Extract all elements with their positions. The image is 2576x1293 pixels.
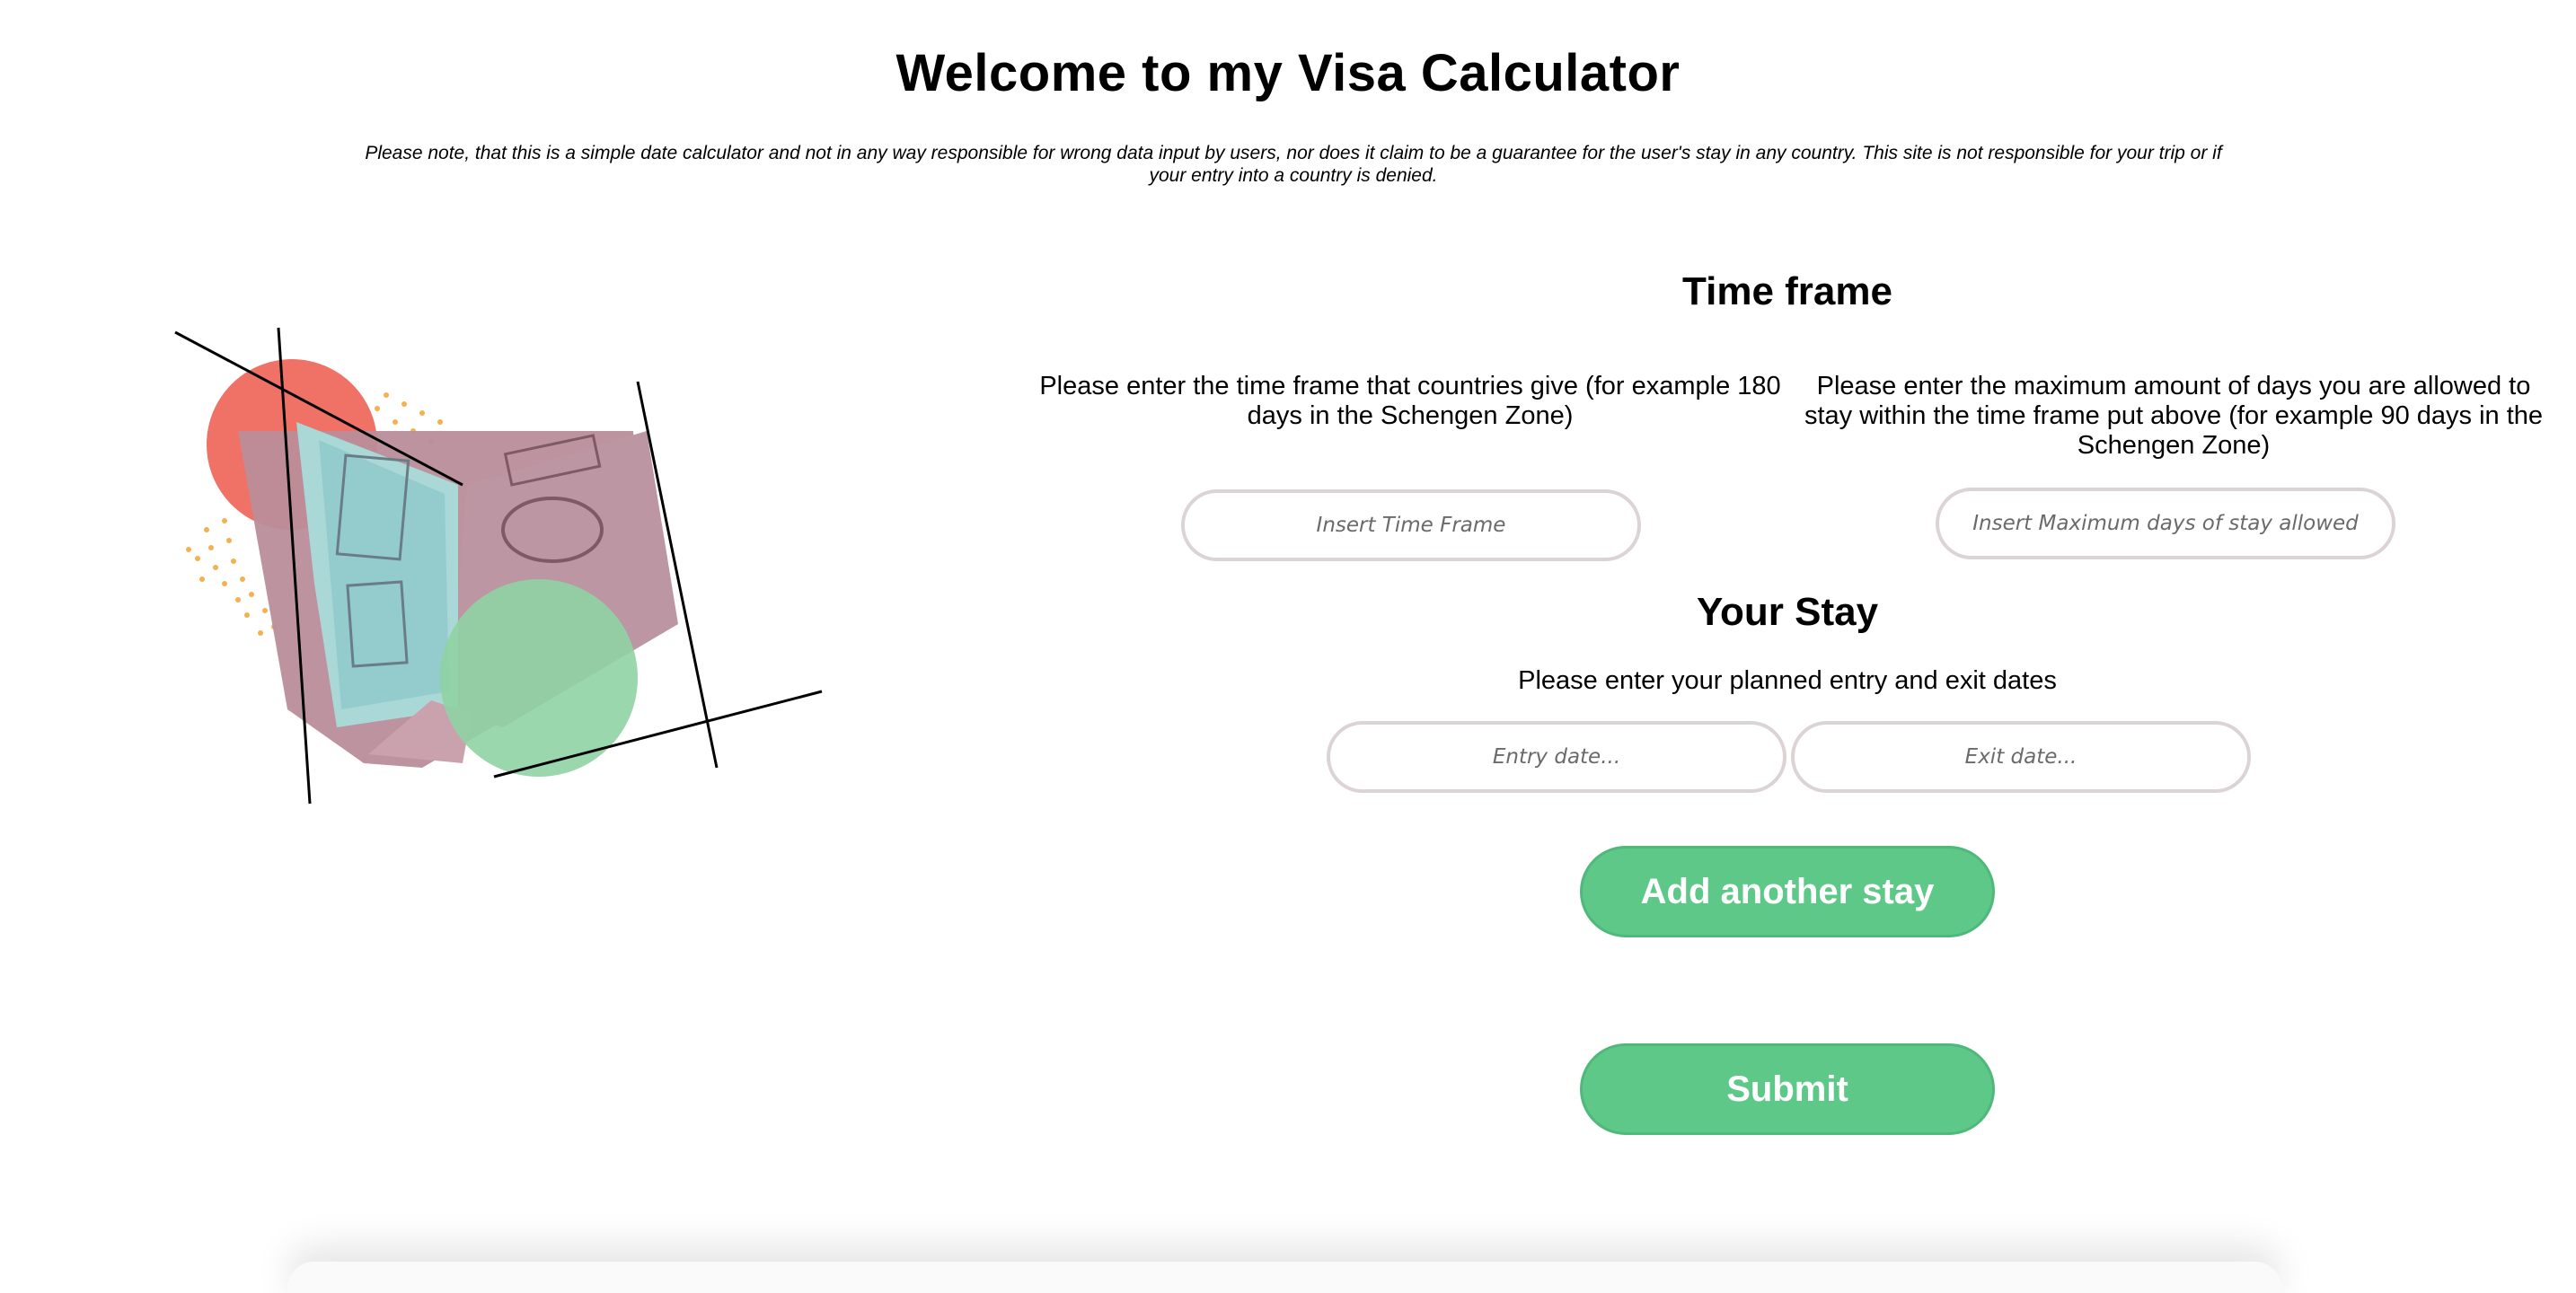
- your-stay-description: Please enter your planned entry and exit…: [1518, 666, 2057, 695]
- passport-collage-image: [174, 327, 823, 805]
- max-days-input[interactable]: [1936, 488, 2395, 559]
- your-stay-heading: Your Stay: [1696, 590, 1879, 634]
- disclaimer-text: Please note, that this is a simple date …: [365, 143, 2222, 186]
- add-another-stay-button[interactable]: Add another stay: [1580, 846, 1995, 937]
- exit-date-input[interactable]: [1791, 721, 2251, 793]
- time-frame-heading: Time frame: [1682, 269, 1892, 313]
- submit-button[interactable]: Submit: [1580, 1043, 1995, 1135]
- time-frame-input[interactable]: [1181, 489, 1641, 561]
- time-frame-description: Please enter the time frame that countri…: [1039, 372, 1781, 430]
- passport-illustration: [162, 314, 844, 817]
- footer-card-edge: [287, 1262, 2281, 1293]
- max-days-description: Please enter the maximum amount of days …: [1804, 372, 2544, 460]
- entry-date-input[interactable]: [1327, 721, 1786, 793]
- page-title: Welcome to my Visa Calculator: [895, 44, 1681, 102]
- visa-calculator-page: Welcome to my Visa Calculator Please not…: [0, 0, 2576, 1293]
